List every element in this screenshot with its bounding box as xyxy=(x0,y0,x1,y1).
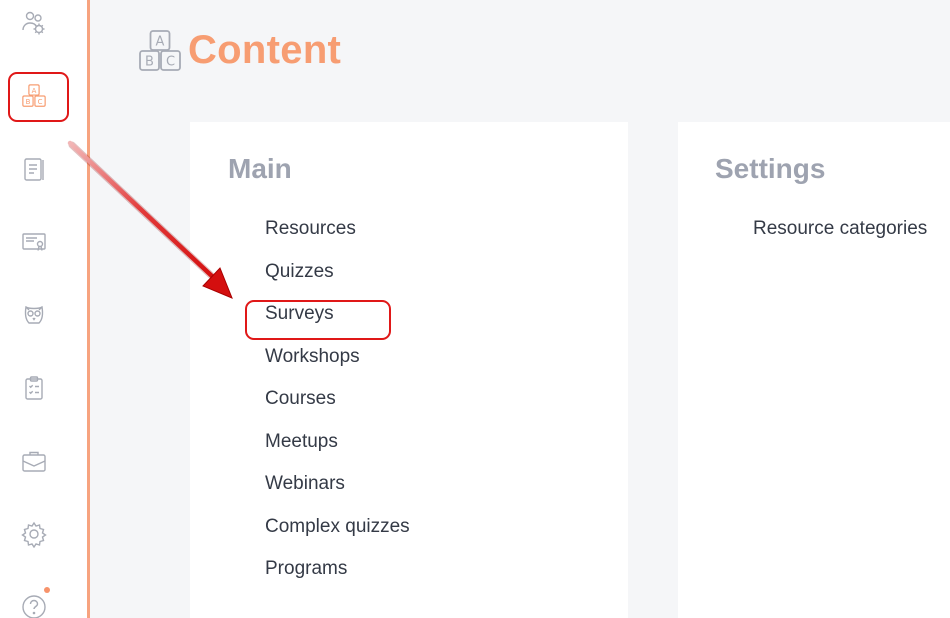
main-heading: Main xyxy=(228,153,292,184)
link-workshops[interactable]: Workshops xyxy=(265,346,360,367)
nav-content[interactable]: A B C xyxy=(13,75,55,117)
certificate-icon xyxy=(22,233,46,251)
link-meetups[interactable]: Meetups xyxy=(265,431,338,452)
settings-heading: Settings xyxy=(715,153,826,184)
link-programs[interactable]: Programs xyxy=(265,558,347,579)
page-header: A B C Content xyxy=(138,28,341,73)
sidebar-divider xyxy=(87,0,90,618)
main-link-list: Resources Quizzes Surveys Workshops Cour… xyxy=(265,218,410,601)
link-webinars[interactable]: Webinars xyxy=(265,473,345,494)
help-icon xyxy=(22,595,46,618)
gear-icon xyxy=(21,521,47,548)
notification-dot xyxy=(44,587,50,593)
notebook-icon xyxy=(24,158,44,181)
nav-notebook[interactable] xyxy=(13,148,55,190)
owl-icon xyxy=(24,305,44,324)
users-gear-icon xyxy=(22,11,45,35)
link-quizzes[interactable]: Quizzes xyxy=(265,261,334,282)
svg-text:B: B xyxy=(145,54,154,69)
link-resources[interactable]: Resources xyxy=(265,218,356,239)
link-complex-quizzes[interactable]: Complex quizzes xyxy=(265,516,410,537)
clipboard-icon xyxy=(25,376,43,400)
nav-certificate[interactable] xyxy=(13,221,55,263)
svg-text:C: C xyxy=(38,98,43,106)
svg-text:A: A xyxy=(32,87,37,95)
nav-briefcase[interactable] xyxy=(13,440,55,482)
nav-owl[interactable] xyxy=(13,294,55,336)
link-surveys[interactable]: Surveys xyxy=(265,303,334,324)
nav-users-settings[interactable] xyxy=(13,2,55,44)
sidebar: A B C xyxy=(0,0,87,618)
briefcase-icon xyxy=(22,451,46,472)
settings-link-list: Resource categories xyxy=(753,218,927,261)
svg-text:B: B xyxy=(26,98,31,106)
nav-settings[interactable] xyxy=(13,513,55,555)
abc-blocks-icon: A B C xyxy=(22,84,46,107)
page-title: Content xyxy=(188,28,342,72)
main-panel: Main Resources Quizzes Surveys Workshops… xyxy=(190,122,628,618)
svg-text:C: C xyxy=(166,54,175,69)
settings-panel: Settings Resource categories xyxy=(678,122,950,618)
svg-text:A: A xyxy=(156,34,165,49)
abc-blocks-icon: A B C xyxy=(139,29,181,71)
link-resource-categories[interactable]: Resource categories xyxy=(753,218,927,239)
nav-clipboard[interactable] xyxy=(13,367,55,409)
link-courses[interactable]: Courses xyxy=(265,388,336,409)
